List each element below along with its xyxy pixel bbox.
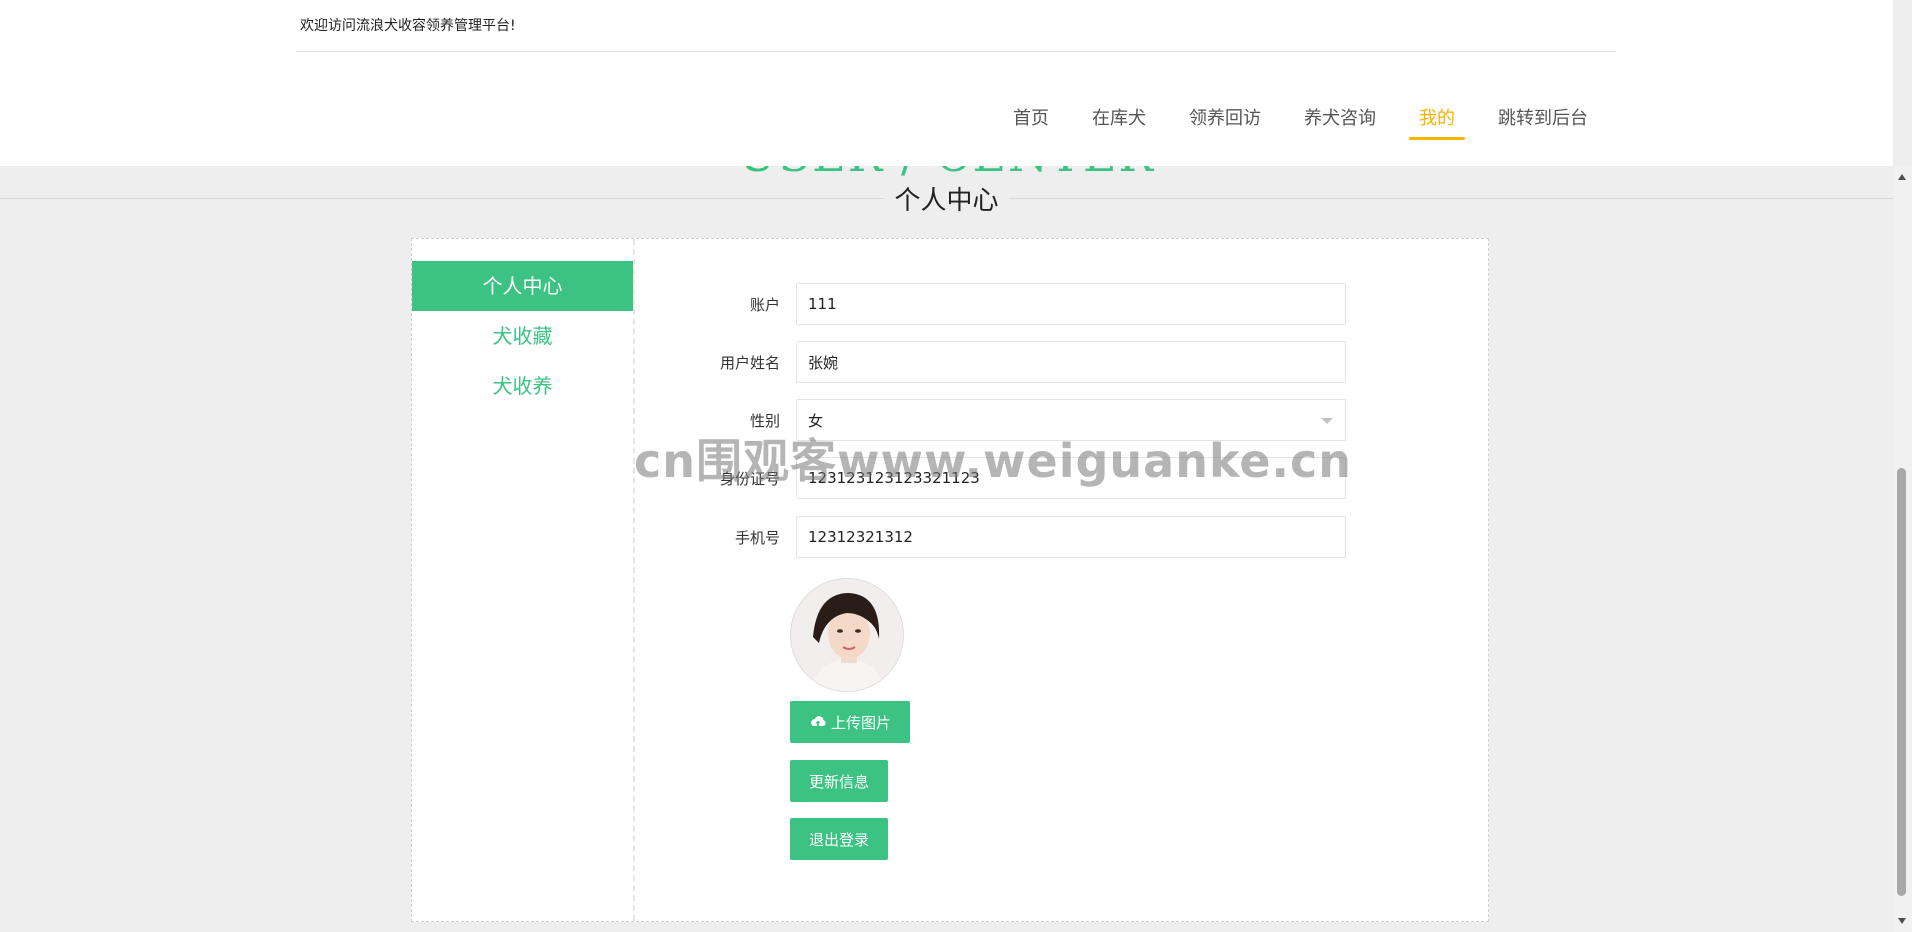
nav-admin[interactable]: 跳转到后台 bbox=[1498, 104, 1588, 140]
page-scrollbar[interactable] bbox=[1893, 166, 1912, 932]
phone-value: 12312321312 bbox=[808, 528, 913, 546]
chevron-down-icon bbox=[1321, 418, 1333, 424]
name-label: 用户姓名 bbox=[719, 353, 780, 372]
account-input[interactable]: 111 bbox=[796, 283, 1346, 325]
watermark-text: cn围观客www.weiguanke.cn bbox=[634, 434, 1353, 488]
main-nav: 首页 在库犬 领养回访 养犬咨询 我的 跳转到后台 bbox=[970, 104, 1588, 140]
sidebar: 个人中心 犬收藏 犬收养 bbox=[412, 239, 635, 921]
nav-home[interactable]: 首页 bbox=[1013, 104, 1049, 140]
user-center-panel: 个人中心 犬收藏 犬收养 账户 111 用户姓名 张婉 性别 女 身份证号 12… bbox=[411, 238, 1489, 922]
upload-image-label: 上传图片 bbox=[831, 714, 892, 732]
page-title-wrap: 个人中心 bbox=[0, 180, 1893, 217]
nav-dogs-in-stock[interactable]: 在库犬 bbox=[1092, 104, 1146, 140]
update-info-button[interactable]: 更新信息 bbox=[790, 760, 889, 802]
account-value: 111 bbox=[808, 295, 837, 313]
scroll-thumb[interactable] bbox=[1897, 468, 1906, 896]
row-name: 用户姓名 张婉 bbox=[636, 341, 1346, 383]
profile-form: 账户 111 用户姓名 张婉 性别 女 身份证号 123123123123321… bbox=[636, 239, 1488, 921]
header-divider bbox=[296, 51, 1616, 52]
sidebar-item-adoptions[interactable]: 犬收养 bbox=[412, 361, 633, 411]
avatar-portrait-icon bbox=[791, 579, 903, 691]
sidebar-item-favorites[interactable]: 犬收藏 bbox=[412, 311, 633, 361]
phone-label: 手机号 bbox=[734, 528, 780, 547]
account-label: 账户 bbox=[749, 295, 780, 314]
row-phone: 手机号 12312321312 bbox=[636, 516, 1346, 558]
row-account: 账户 111 bbox=[636, 283, 1346, 325]
site-header: 欢迎访问流浪犬收容领养管理平台! 首页 在库犬 领养回访 养犬咨询 我的 跳转到… bbox=[0, 0, 1893, 166]
page-title: 个人中心 bbox=[884, 180, 1009, 217]
name-value: 张婉 bbox=[808, 353, 839, 372]
sidebar-item-user-center[interactable]: 个人中心 bbox=[412, 261, 633, 311]
scroll-up-arrow-icon[interactable] bbox=[1898, 174, 1906, 180]
nav-dog-consult[interactable]: 养犬咨询 bbox=[1304, 104, 1376, 140]
avatar bbox=[790, 578, 904, 692]
cloud-upload-icon bbox=[811, 716, 826, 726]
nav-adoption-revisit[interactable]: 领养回访 bbox=[1189, 104, 1261, 140]
logout-button[interactable]: 退出登录 bbox=[790, 818, 889, 860]
welcome-text: 欢迎访问流浪犬收容领养管理平台! bbox=[300, 18, 516, 34]
phone-input[interactable]: 12312321312 bbox=[796, 516, 1346, 558]
name-input[interactable]: 张婉 bbox=[796, 341, 1346, 383]
scroll-down-arrow-icon[interactable] bbox=[1898, 918, 1906, 924]
upload-image-button[interactable]: 上传图片 bbox=[790, 701, 911, 743]
nav-mine[interactable]: 我的 bbox=[1409, 104, 1465, 140]
